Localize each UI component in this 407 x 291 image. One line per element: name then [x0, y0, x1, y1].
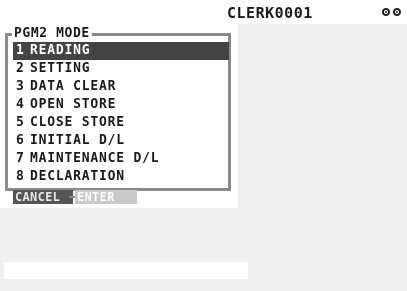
cancel-button[interactable]: CANCEL	[13, 190, 73, 204]
key-icon	[382, 8, 390, 16]
entry-input[interactable]	[4, 262, 248, 279]
mode-menu: 1 READING 2 SETTING 3 DATA CLEAR 4 OPEN STOR…	[13, 42, 229, 186]
status-bar: CLERK0001	[0, 0, 407, 24]
menu-item-data-clear[interactable]: 3 DATA CLEAR	[13, 78, 229, 96]
clerk-label: CLERK0001	[227, 4, 313, 22]
panel-title: PGM2 MODE	[12, 26, 92, 42]
menu-item-setting[interactable]: 2 SETTING	[13, 60, 229, 78]
menu-item-initial-dl[interactable]: 6 INITIAL D/L	[13, 132, 229, 150]
enter-button[interactable]: ENTER	[69, 190, 137, 204]
menu-item-open-store[interactable]: 4 OPEN STORE	[13, 96, 229, 114]
key-icon	[393, 8, 401, 16]
menu-item-declaration[interactable]: 8 DECLARATION	[13, 168, 229, 186]
menu-item-reading[interactable]: 1 READING	[13, 42, 229, 60]
menu-item-maintenance-dl[interactable]: 7 MAINTENANCE D/L	[13, 150, 229, 168]
menu-item-close-store[interactable]: 5 CLOSE STORE	[13, 114, 229, 132]
